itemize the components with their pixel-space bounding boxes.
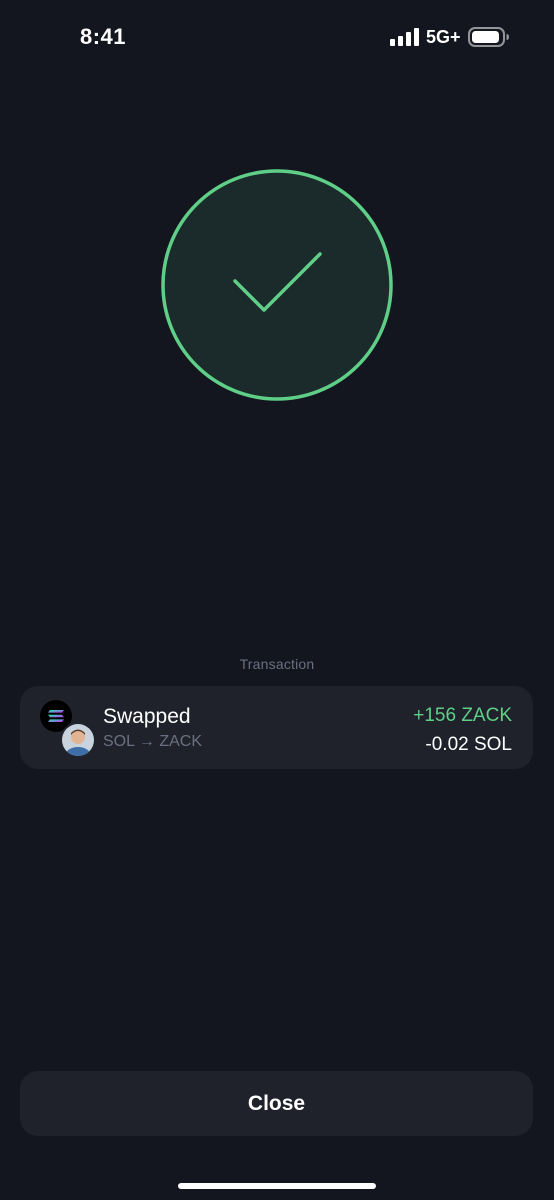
token-icons — [40, 700, 96, 758]
transaction-section-label: Transaction — [239, 656, 315, 672]
signal-bars-icon — [390, 28, 419, 46]
success-checkmark-icon — [161, 169, 393, 401]
transaction-card[interactable]: Swapped SOL → ZACK +156 ZACK -0.02 SOL — [20, 686, 533, 769]
zack-avatar — [60, 722, 96, 758]
amount-sent: -0.02 SOL — [425, 734, 512, 755]
transaction-subtitle: SOL → ZACK — [103, 733, 202, 750]
close-button[interactable]: Close — [20, 1071, 533, 1136]
transaction-title: Swapped — [103, 705, 191, 728]
status-time: 8:41 — [80, 24, 127, 49]
network-label: 5G+ — [426, 27, 461, 47]
close-button-label: Close — [247, 1091, 306, 1115]
status-bar: 8:41 5G+ — [0, 0, 554, 76]
amount-received: +156 ZACK — [413, 705, 512, 726]
home-indicator[interactable] — [178, 1183, 376, 1189]
battery-icon — [468, 27, 509, 47]
